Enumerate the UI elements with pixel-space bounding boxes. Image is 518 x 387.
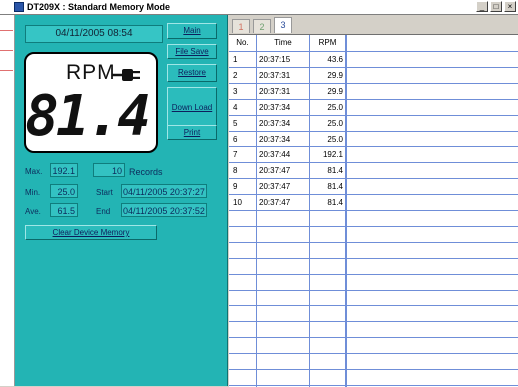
cell-time: 20:37:31	[259, 87, 291, 96]
cell-rpm: 25.0	[327, 135, 343, 144]
records-label: Records	[129, 167, 163, 177]
restore-button[interactable]: Restore	[167, 64, 217, 82]
cell-rpm: 25.0	[327, 103, 343, 112]
cell-no: 5	[233, 119, 238, 128]
background-line	[0, 70, 13, 71]
cell-rpm: 43.6	[327, 55, 343, 64]
grid-row-line	[229, 321, 518, 322]
cell-rpm: 25.0	[327, 119, 343, 128]
app-icon	[14, 2, 24, 12]
cell-no: 2	[233, 71, 238, 80]
cell-no: 9	[233, 182, 238, 191]
print-button-label: Print	[183, 128, 201, 137]
file-save-button[interactable]: File Save	[167, 44, 217, 59]
cell-rpm: 81.4	[327, 166, 343, 175]
grid-row-line	[229, 305, 518, 306]
tab-3[interactable]: 3	[274, 17, 292, 33]
window-title: DT209X : Standard Memory Mode	[27, 2, 171, 12]
cell-rpm: 192.1	[322, 150, 343, 159]
records-table: No. Time RPM 1 20:37:15 43.6 2 20:37:31 29.9 3…	[229, 34, 518, 387]
background-line	[0, 30, 13, 31]
records-count: 10	[93, 163, 125, 177]
column-header-no: No.	[236, 38, 249, 47]
cell-time: 20:37:47	[259, 182, 291, 191]
cell-rpm: 81.4	[327, 198, 343, 207]
cell-time: 20:37:34	[259, 119, 291, 128]
close-button[interactable]: ×	[504, 1, 516, 12]
cell-time: 20:37:47	[259, 166, 291, 175]
download-button-label: Down Load	[171, 103, 213, 112]
grid-row-line	[229, 226, 518, 227]
cell-time: 20:37:15	[259, 55, 291, 64]
lcd-display: RPM 81.4	[24, 52, 158, 153]
tab-1[interactable]: 1	[232, 19, 250, 33]
end-time: 04/11/2005 20:37:52	[121, 203, 207, 217]
cell-no: 4	[233, 103, 238, 112]
cell-no: 7	[233, 150, 238, 159]
main-button-label: Main	[183, 26, 201, 35]
max-value: 192.1	[50, 163, 78, 177]
min-label: Min.	[25, 188, 41, 197]
background-line	[0, 50, 13, 51]
end-label: End	[96, 207, 111, 216]
cell-no: 3	[233, 87, 238, 96]
clear-button-label: Clear Device Memory	[52, 228, 130, 237]
cell-time: 20:37:44	[259, 150, 291, 159]
title-bar: DT209X : Standard Memory Mode _ □ ×	[0, 0, 518, 15]
max-label: Max.	[25, 167, 43, 176]
ave-label: Ave.	[25, 207, 41, 216]
cell-time: 20:37:34	[259, 135, 291, 144]
column-header-time: Time	[274, 38, 292, 47]
column-header-rpm: RPM	[318, 38, 337, 47]
cell-no: 8	[233, 166, 238, 175]
main-button[interactable]: Main	[167, 23, 217, 39]
start-label: Start	[96, 188, 113, 197]
meter-panel: 04/11/2005 08:54 Main File Save Restore …	[15, 15, 228, 386]
grid-row-line	[229, 258, 518, 259]
cell-time: 20:37:47	[259, 198, 291, 207]
cell-no: 1	[233, 55, 238, 64]
grid-column-line	[345, 35, 347, 387]
grid-row-line	[229, 337, 518, 338]
background-window-strip: 5	[0, 0, 15, 386]
cell-no: 10	[233, 198, 242, 207]
grid-row-line	[229, 210, 518, 211]
plug-icon	[112, 69, 140, 81]
cell-time: 20:37:31	[259, 71, 291, 80]
print-button[interactable]: Print	[167, 125, 217, 140]
cell-no: 6	[233, 135, 238, 144]
maximize-button[interactable]: □	[490, 1, 502, 12]
restore-button-label: Restore	[177, 68, 206, 77]
grid-row-line	[229, 274, 518, 275]
lcd-unit: RPM	[66, 61, 116, 84]
min-value: 25.0	[50, 184, 78, 198]
grid-row-line	[229, 290, 518, 291]
lcd-reading: 81.4	[25, 84, 151, 149]
start-time: 04/11/2005 20:37:27	[121, 184, 207, 198]
clear-device-memory-button[interactable]: Clear Device Memory	[25, 225, 157, 240]
datetime-display: 04/11/2005 08:54	[25, 25, 163, 43]
download-button[interactable]: Down Load	[167, 87, 217, 128]
file-save-button-label: File Save	[175, 47, 209, 56]
cell-time: 20:37:34	[259, 103, 291, 112]
grid-row-line	[229, 353, 518, 354]
cell-rpm: 29.9	[327, 87, 343, 96]
tab-2[interactable]: 2	[253, 19, 271, 33]
page-tabs: 1 2 3	[232, 17, 295, 33]
ave-value: 61.5	[50, 203, 78, 217]
cell-rpm: 81.4	[327, 182, 343, 191]
grid-row-line	[229, 369, 518, 370]
minimize-button[interactable]: _	[476, 1, 488, 12]
grid-column-line	[256, 35, 257, 387]
grid-row-line	[229, 242, 518, 243]
cell-rpm: 29.9	[327, 71, 343, 80]
